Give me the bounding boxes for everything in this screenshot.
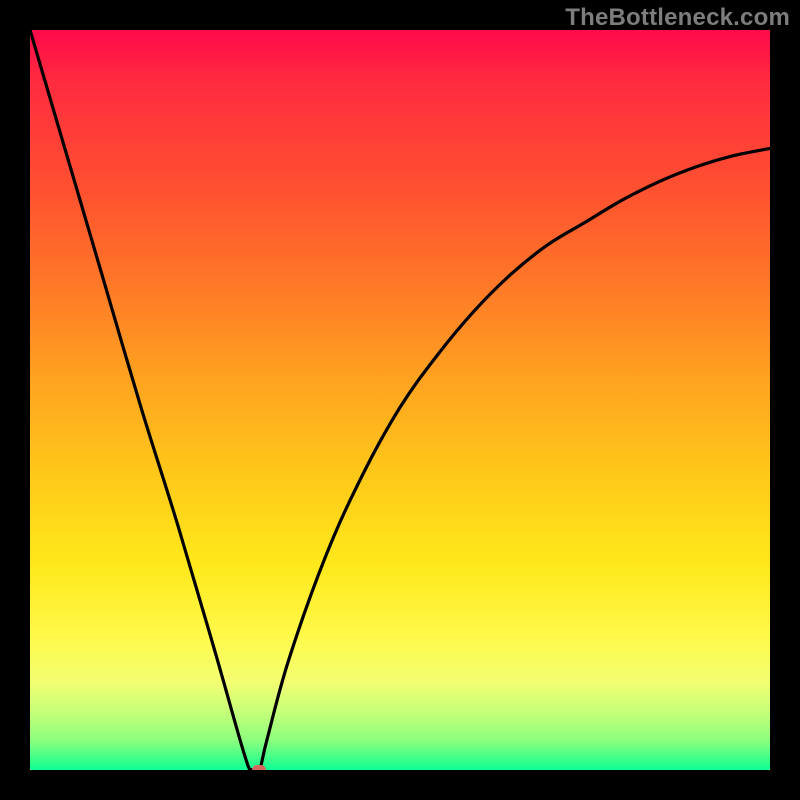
chart-frame: TheBottleneck.com bbox=[0, 0, 800, 800]
bottleneck-curve bbox=[30, 30, 770, 770]
watermark-text: TheBottleneck.com bbox=[565, 4, 790, 32]
plot-area bbox=[30, 30, 770, 770]
curve-svg bbox=[30, 30, 770, 770]
